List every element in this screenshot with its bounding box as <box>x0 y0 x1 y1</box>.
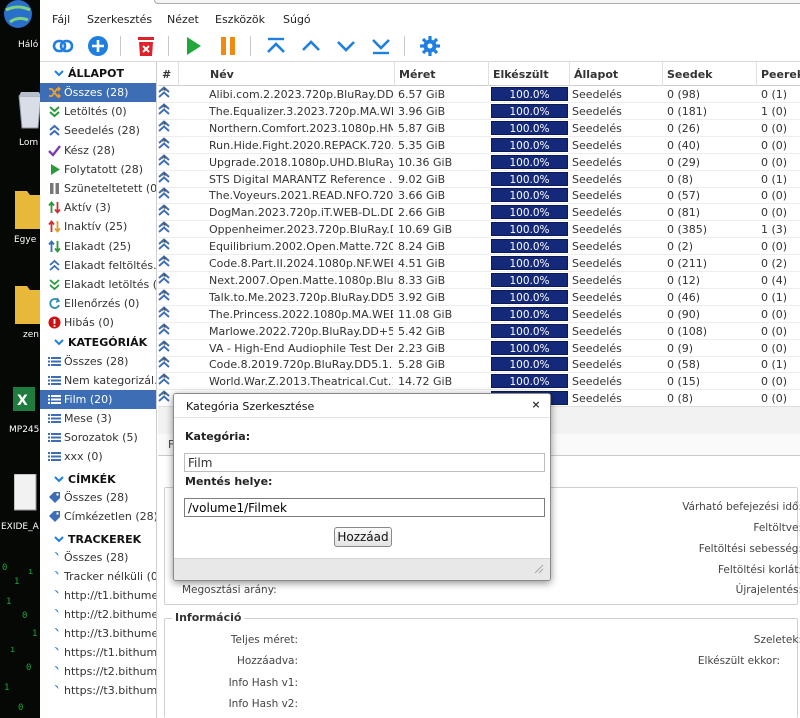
resize-grip-icon[interactable] <box>534 564 544 574</box>
edit-category-dialog: Kategória Szerkesztése × Kategória: Ment… <box>173 393 551 581</box>
category-input[interactable] <box>184 453 545 472</box>
save-path-label: Mentés helye: <box>185 475 273 488</box>
close-icon[interactable]: × <box>530 399 542 411</box>
dialog-footer <box>174 558 550 580</box>
dialog-titlebar[interactable]: Kategória Szerkesztése × <box>174 394 550 418</box>
add-button[interactable]: Hozzáad <box>334 527 392 547</box>
category-label: Kategória: <box>185 430 251 443</box>
dialog-title: Kategória Szerkesztése <box>186 400 315 413</box>
save-path-input[interactable] <box>184 498 545 517</box>
dialog-overlay: Kategória Szerkesztése × Kategória: Ment… <box>0 0 800 718</box>
